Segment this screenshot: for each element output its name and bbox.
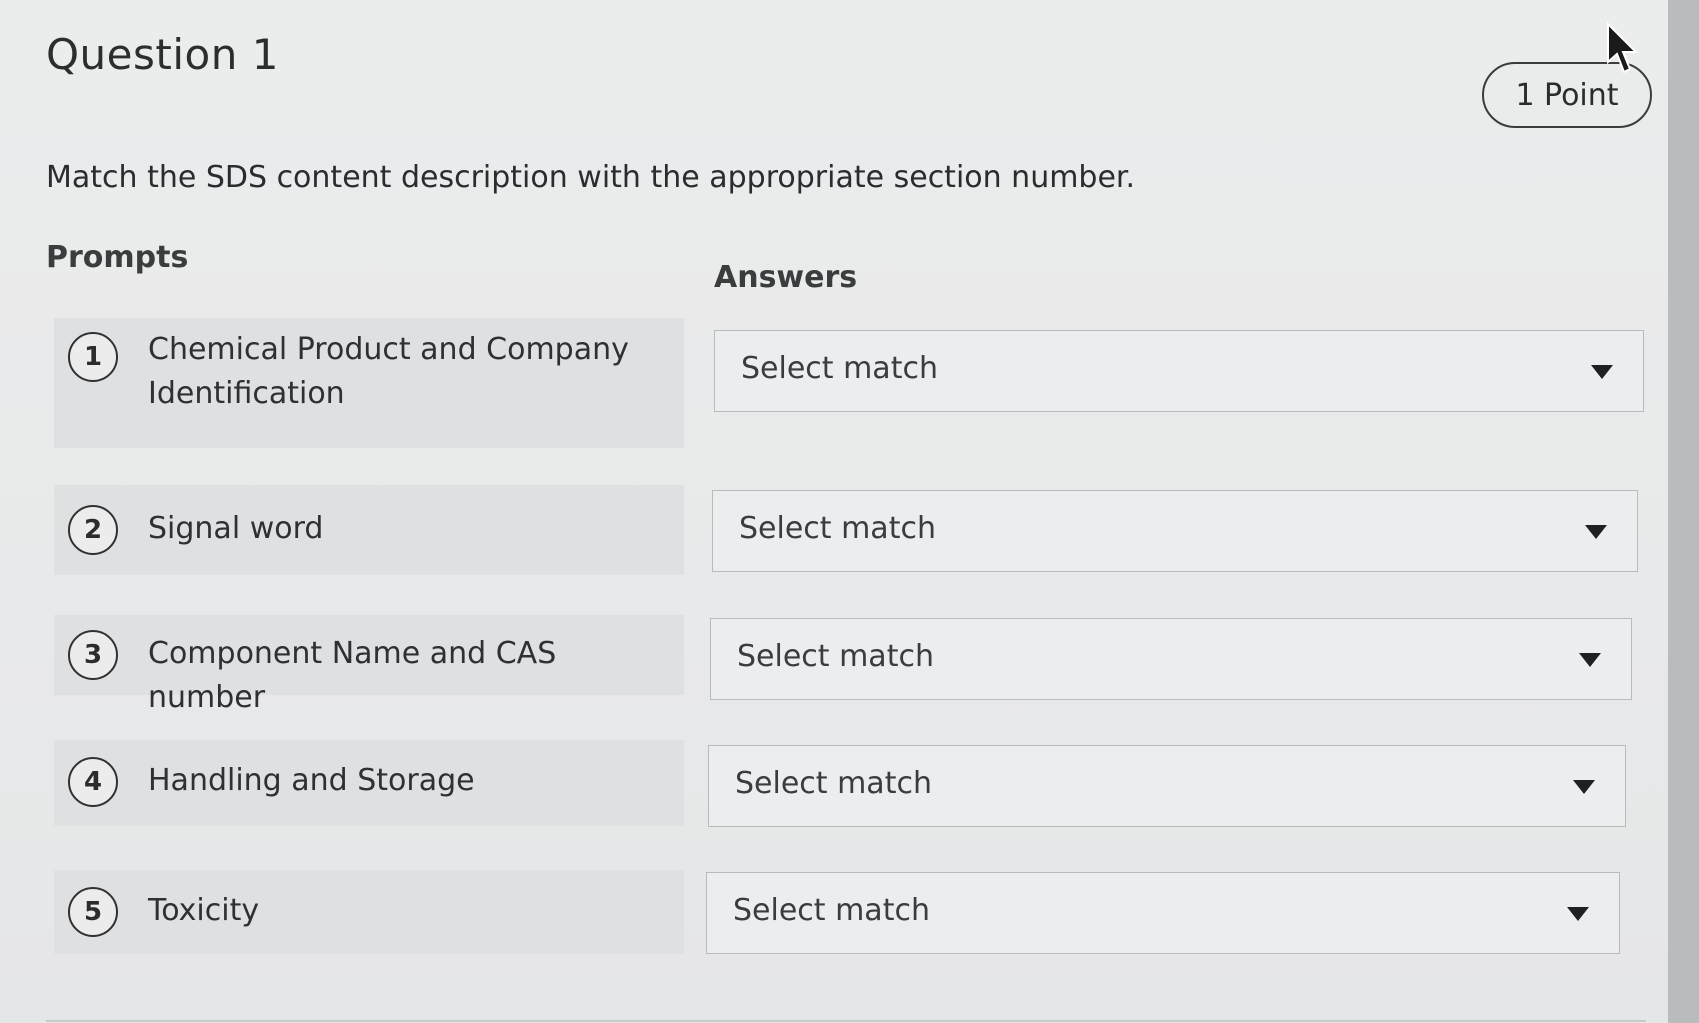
prompt-number-badge: 2 (68, 505, 118, 555)
question-title: Question 1 (46, 30, 279, 79)
prompt-item-3: 3 Component Name and CAS number (54, 615, 684, 715)
prompt-item-5: 5 Toxicity (54, 870, 684, 954)
prompts-heading: Prompts (46, 240, 189, 275)
question-instructions: Match the SDS content description with t… (46, 160, 1136, 195)
prompt-number-badge: 1 (68, 332, 118, 382)
select-value: Select match (737, 639, 934, 674)
answer-select-4[interactable]: Select match (708, 745, 1626, 827)
mouse-pointer-icon (1607, 22, 1639, 74)
answer-select-1[interactable]: Select match (714, 330, 1644, 412)
select-value: Select match (735, 766, 932, 801)
page-edge (1668, 0, 1699, 1023)
prompt-text: Chemical Product and Company Identificat… (148, 332, 629, 411)
caret-down-icon[interactable] (1591, 365, 1613, 379)
prompt-text: Signal word (148, 511, 324, 546)
prompt-number-badge: 5 (68, 887, 118, 937)
prompt-number-badge: 3 (68, 630, 118, 680)
divider (46, 1020, 1646, 1022)
caret-down-icon[interactable] (1573, 780, 1595, 794)
caret-down-icon[interactable] (1579, 653, 1601, 667)
answers-heading: Answers (714, 260, 858, 295)
prompt-text: Component Name and CAS number (148, 636, 557, 715)
question-page: Question 1 1 Point Match the SDS content… (0, 0, 1668, 1023)
answer-select-2[interactable]: Select match (712, 490, 1638, 572)
caret-down-icon[interactable] (1567, 907, 1589, 921)
select-value: Select match (733, 893, 930, 928)
prompt-number-badge: 4 (68, 757, 118, 807)
prompt-item-4: 4 Handling and Storage (54, 740, 684, 826)
prompt-item-2: 2 Signal word (54, 485, 684, 575)
answer-select-3[interactable]: Select match (710, 618, 1632, 700)
select-value: Select match (741, 351, 938, 386)
select-value: Select match (739, 511, 936, 546)
caret-down-icon[interactable] (1585, 525, 1607, 539)
answer-select-5[interactable]: Select match (706, 872, 1620, 954)
prompt-text: Toxicity (148, 893, 260, 928)
prompt-text: Handling and Storage (148, 763, 475, 798)
prompt-item-1: 1 Chemical Product and Company Identific… (54, 318, 684, 448)
